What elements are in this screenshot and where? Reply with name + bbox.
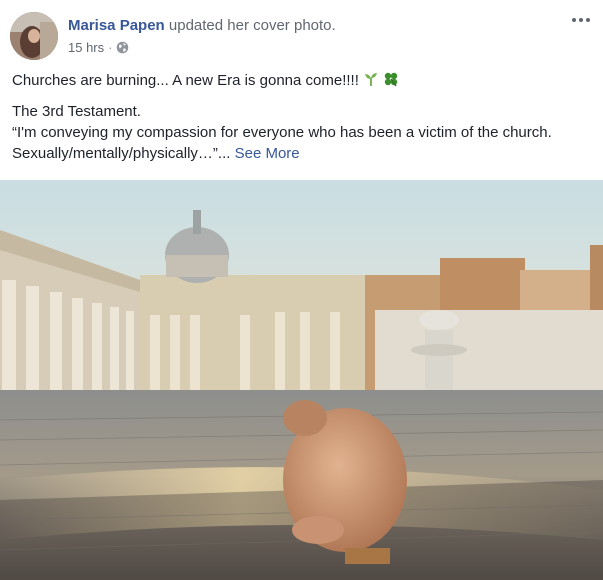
post-meta: 15 hrs · xyxy=(68,40,129,55)
post-header: Marisa Papen updated her cover photo. 15… xyxy=(0,0,603,64)
post-action-text: updated her cover photo. xyxy=(168,17,336,34)
description-quote: “I'm conveying my compassion for everyon… xyxy=(12,122,592,164)
four-leaf-clover-icon xyxy=(383,71,399,87)
post-timestamp[interactable]: 15 hrs xyxy=(68,40,104,55)
see-more-link[interactable]: See More xyxy=(235,145,300,162)
author-line: Marisa Papen updated her cover photo. xyxy=(68,17,336,34)
avatar-image xyxy=(10,12,58,60)
status-line: Churches are burning... A new Era is gon… xyxy=(12,70,592,91)
meta-separator: · xyxy=(108,40,113,55)
cover-photo[interactable] xyxy=(0,180,603,580)
description-title: The 3rd Testament. xyxy=(12,103,141,120)
sprout-icon xyxy=(363,71,379,87)
status-text: Churches are burning... A new Era is gon… xyxy=(12,72,359,89)
post-options-button[interactable] xyxy=(569,10,593,30)
facebook-post: Marisa Papen updated her cover photo. 15… xyxy=(0,0,603,580)
globe-icon[interactable] xyxy=(116,41,129,54)
author-avatar[interactable] xyxy=(10,12,58,60)
author-name-link[interactable]: Marisa Papen xyxy=(68,17,165,34)
photo-image xyxy=(0,180,603,580)
ellipsis-icon xyxy=(572,18,590,22)
post-body: Churches are burning... A new Era is gon… xyxy=(12,70,592,164)
